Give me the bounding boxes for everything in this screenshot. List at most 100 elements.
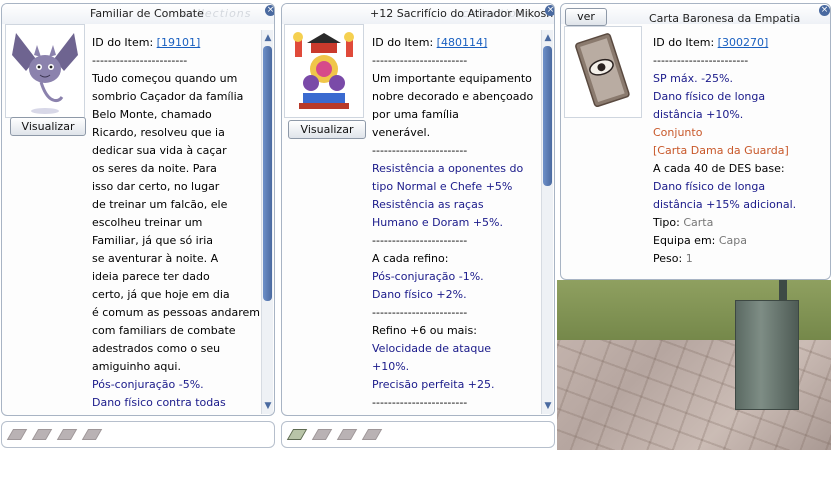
description-text: ideia parece ter dado	[92, 270, 210, 283]
description-text: ------------------------	[372, 396, 468, 409]
item-window-card: Carta Baronesa da Empatia × ver ID do It…	[560, 3, 831, 280]
item-id-link[interactable]: [300270]	[718, 36, 769, 49]
mikoshi-shrine-icon	[293, 32, 354, 109]
description-text: Pós-conjuração -1%.	[372, 270, 484, 283]
card-slot[interactable]	[336, 429, 358, 440]
description-line: ideia parece ter dado	[92, 268, 260, 286]
description-text: ------------------------	[372, 234, 468, 247]
card-eye-icon	[575, 33, 630, 108]
description-text: ------------------------	[372, 306, 468, 319]
description-line: Dano físico +2%.	[372, 286, 533, 304]
description-line: Tipo: Carta	[653, 214, 796, 232]
description-line: A cada 40 de DES base:	[653, 160, 796, 178]
description-text: Precisão perfeita +25.	[372, 378, 495, 391]
description-line: se aventurar à noite. A	[92, 250, 260, 268]
description-text: Pós-conjuração -5%.	[92, 378, 204, 391]
scrollbar[interactable]: ▲ ▼	[261, 30, 273, 414]
description-line: os seres da noite. Para	[92, 160, 260, 178]
description-text: nobre decorado e abençoado	[372, 90, 534, 103]
description-line: distância +15% adicional.	[653, 196, 796, 214]
card-slot[interactable]	[311, 429, 333, 440]
card-slots-familiar	[1, 421, 275, 448]
description-line: Resistência a oponentes do	[372, 160, 533, 178]
card-slot[interactable]	[81, 429, 103, 440]
description-text: Familiar, já que só iria	[92, 234, 214, 247]
description-line: Tudo começou quando um	[92, 70, 260, 88]
description-text: A cada 40 de DES base:	[653, 162, 785, 175]
description-line: por uma família	[372, 106, 533, 124]
description-line: sombrio Caçador da família	[92, 88, 260, 106]
description-line: ------------------------	[372, 52, 533, 70]
description-text: Belo Monte, chamado	[92, 108, 212, 121]
scroll-down-icon[interactable]: ▼	[542, 400, 554, 412]
description-text: tipo Normal e Chefe +5%	[372, 180, 513, 193]
description-text: se aventurar à noite. A	[92, 252, 219, 265]
view-button[interactable]: Visualizar	[10, 117, 86, 136]
description-text: Equipa em:	[653, 234, 719, 247]
description-text: por uma família	[372, 108, 459, 121]
description-line: adestrados como o seu	[92, 340, 260, 358]
description-line: ID do Item: [480114]	[372, 34, 533, 52]
familiar-bat-icon	[12, 33, 78, 114]
description-line: ------------------------	[92, 52, 260, 70]
description-text: ------------------------	[653, 54, 749, 67]
window-title: Carta Baronesa da Empatia	[649, 12, 801, 25]
description-text: Dano físico contra todas	[92, 396, 226, 409]
description-line: Belo Monte, chamado	[92, 106, 260, 124]
description-text: Dano físico de longa	[653, 90, 766, 103]
card-slot-filled[interactable]	[286, 429, 308, 440]
view-button[interactable]: Visualizar	[288, 120, 366, 139]
description-text: Conjunto	[653, 126, 703, 139]
description-text: Um importante equipamento	[372, 72, 532, 85]
card-slot[interactable]	[56, 429, 78, 440]
card-slot[interactable]	[6, 429, 28, 440]
description-text: Resistência a oponentes do	[372, 162, 524, 175]
close-icon[interactable]: ×	[265, 5, 274, 16]
item-id-link[interactable]: [19101]	[157, 36, 201, 49]
description-line: é comum as pessoas andarem	[92, 304, 260, 322]
scroll-up-icon[interactable]: ▲	[262, 32, 274, 44]
item-id-link[interactable]: [480114]	[437, 36, 488, 49]
description-line: Ricardo, resolveu que ia	[92, 124, 260, 142]
description-text: Peso:	[653, 252, 686, 265]
description-line: A cada refino:	[372, 250, 533, 268]
description-line: nobre decorado e abençoado	[372, 88, 533, 106]
description-line: Dano físico de longa	[653, 178, 796, 196]
window-title: Familiar de Combate	[90, 7, 204, 20]
item-image-mikoshi	[284, 24, 364, 118]
item-image-familiar	[5, 24, 85, 118]
description-line: Equipa em: Capa	[653, 232, 796, 250]
description-text: ID do Item:	[92, 36, 157, 49]
card-slot[interactable]	[31, 429, 53, 440]
view-button[interactable]: ver	[565, 8, 607, 26]
description-text: +10%.	[372, 360, 410, 373]
description-text: escolheu treinar um	[92, 216, 203, 229]
scroll-thumb[interactable]	[543, 46, 552, 186]
item-description: ID do Item: [19101] ---------------------…	[92, 34, 260, 412]
description-line: Um importante equipamento	[372, 70, 533, 88]
scroll-up-icon[interactable]: ▲	[542, 32, 554, 44]
description-line: Pós-conjuração -1%.	[372, 268, 533, 286]
description-text: Tipo:	[653, 216, 684, 229]
close-icon[interactable]: ×	[545, 5, 554, 16]
description-text: Dano físico de longa	[653, 180, 766, 193]
item-window-mikoshi: collections +12 Sacrifício do Atirador M…	[281, 3, 555, 416]
description-line: de treinar um falcão, ele	[92, 196, 260, 214]
window-titlebar[interactable]: collections Familiar de Combate ×	[2, 4, 274, 24]
card-slot[interactable]	[361, 429, 383, 440]
window-titlebar[interactable]: collections +12 Sacrifício do Atirador M…	[282, 4, 554, 24]
description-line: Refino +6 ou mais:	[372, 322, 533, 340]
description-text: isso dar certo, no lugar	[92, 180, 220, 193]
scroll-down-icon[interactable]: ▼	[262, 400, 274, 412]
description-text: 1	[685, 252, 693, 265]
description-text: Humano e Doram +5%.	[372, 216, 504, 229]
description-text: distância +15% adicional.	[653, 198, 797, 211]
close-icon[interactable]: ×	[819, 5, 830, 16]
scrollbar[interactable]: ▲ ▼	[541, 30, 553, 414]
description-line: Dano físico contra todas	[92, 394, 260, 412]
description-line: Velocidade de ataque	[372, 340, 533, 358]
description-line: +10%.	[372, 358, 533, 376]
description-line: com familiars de combate	[92, 322, 260, 340]
scroll-thumb[interactable]	[263, 46, 272, 301]
description-line: ID do Item: [300270]	[653, 34, 796, 52]
